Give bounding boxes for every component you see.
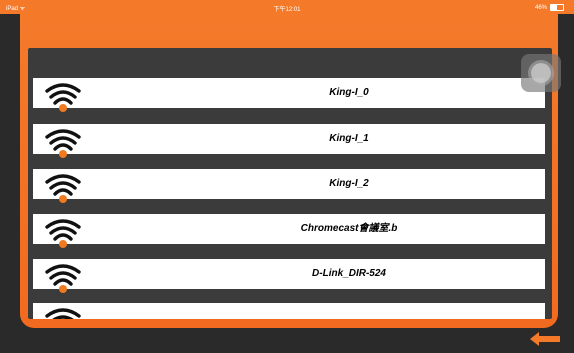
network-row[interactable]: King-I_2	[33, 169, 545, 203]
status-right: 46%	[535, 4, 564, 11]
network-list[interactable]: King-I_0 King-I_1 King-I_2 Chromecast會議室.b D…	[28, 48, 552, 319]
assistive-touch-icon	[531, 63, 551, 83]
wifi-icon	[45, 129, 81, 158]
network-row[interactable]: D-Link_DIR-524	[33, 259, 545, 293]
network-row[interactable]: King-I_0	[33, 78, 545, 112]
wifi-icon	[45, 219, 81, 248]
status-bar: iPad ᯤ 下午12:01 46%	[0, 0, 574, 14]
network-row[interactable]: Chromecast會議室.b	[33, 214, 545, 248]
wifi-icon	[45, 174, 81, 203]
network-ssid: King-I_2	[329, 178, 369, 189]
back-arrow-icon[interactable]	[530, 331, 560, 347]
status-time: 下午12:01	[273, 7, 301, 13]
network-ssid: King-I_1	[329, 133, 369, 144]
network-ssid	[93, 303, 545, 319]
battery-icon	[550, 4, 564, 11]
wifi-icon	[45, 264, 81, 293]
network-row[interactable]	[33, 303, 545, 319]
assistive-touch-button[interactable]	[521, 54, 561, 92]
wifi-icon	[45, 308, 81, 319]
network-ssid: D-Link_DIR-524	[312, 268, 386, 279]
network-ssid: King-I_0	[329, 87, 369, 98]
wifi-icon	[45, 83, 81, 112]
battery-percent: 46%	[534, 4, 547, 11]
network-ssid: Chromecast會議室.b	[300, 223, 398, 234]
network-row[interactable]: King-I_1	[33, 124, 545, 158]
bottom-bar	[0, 328, 574, 353]
